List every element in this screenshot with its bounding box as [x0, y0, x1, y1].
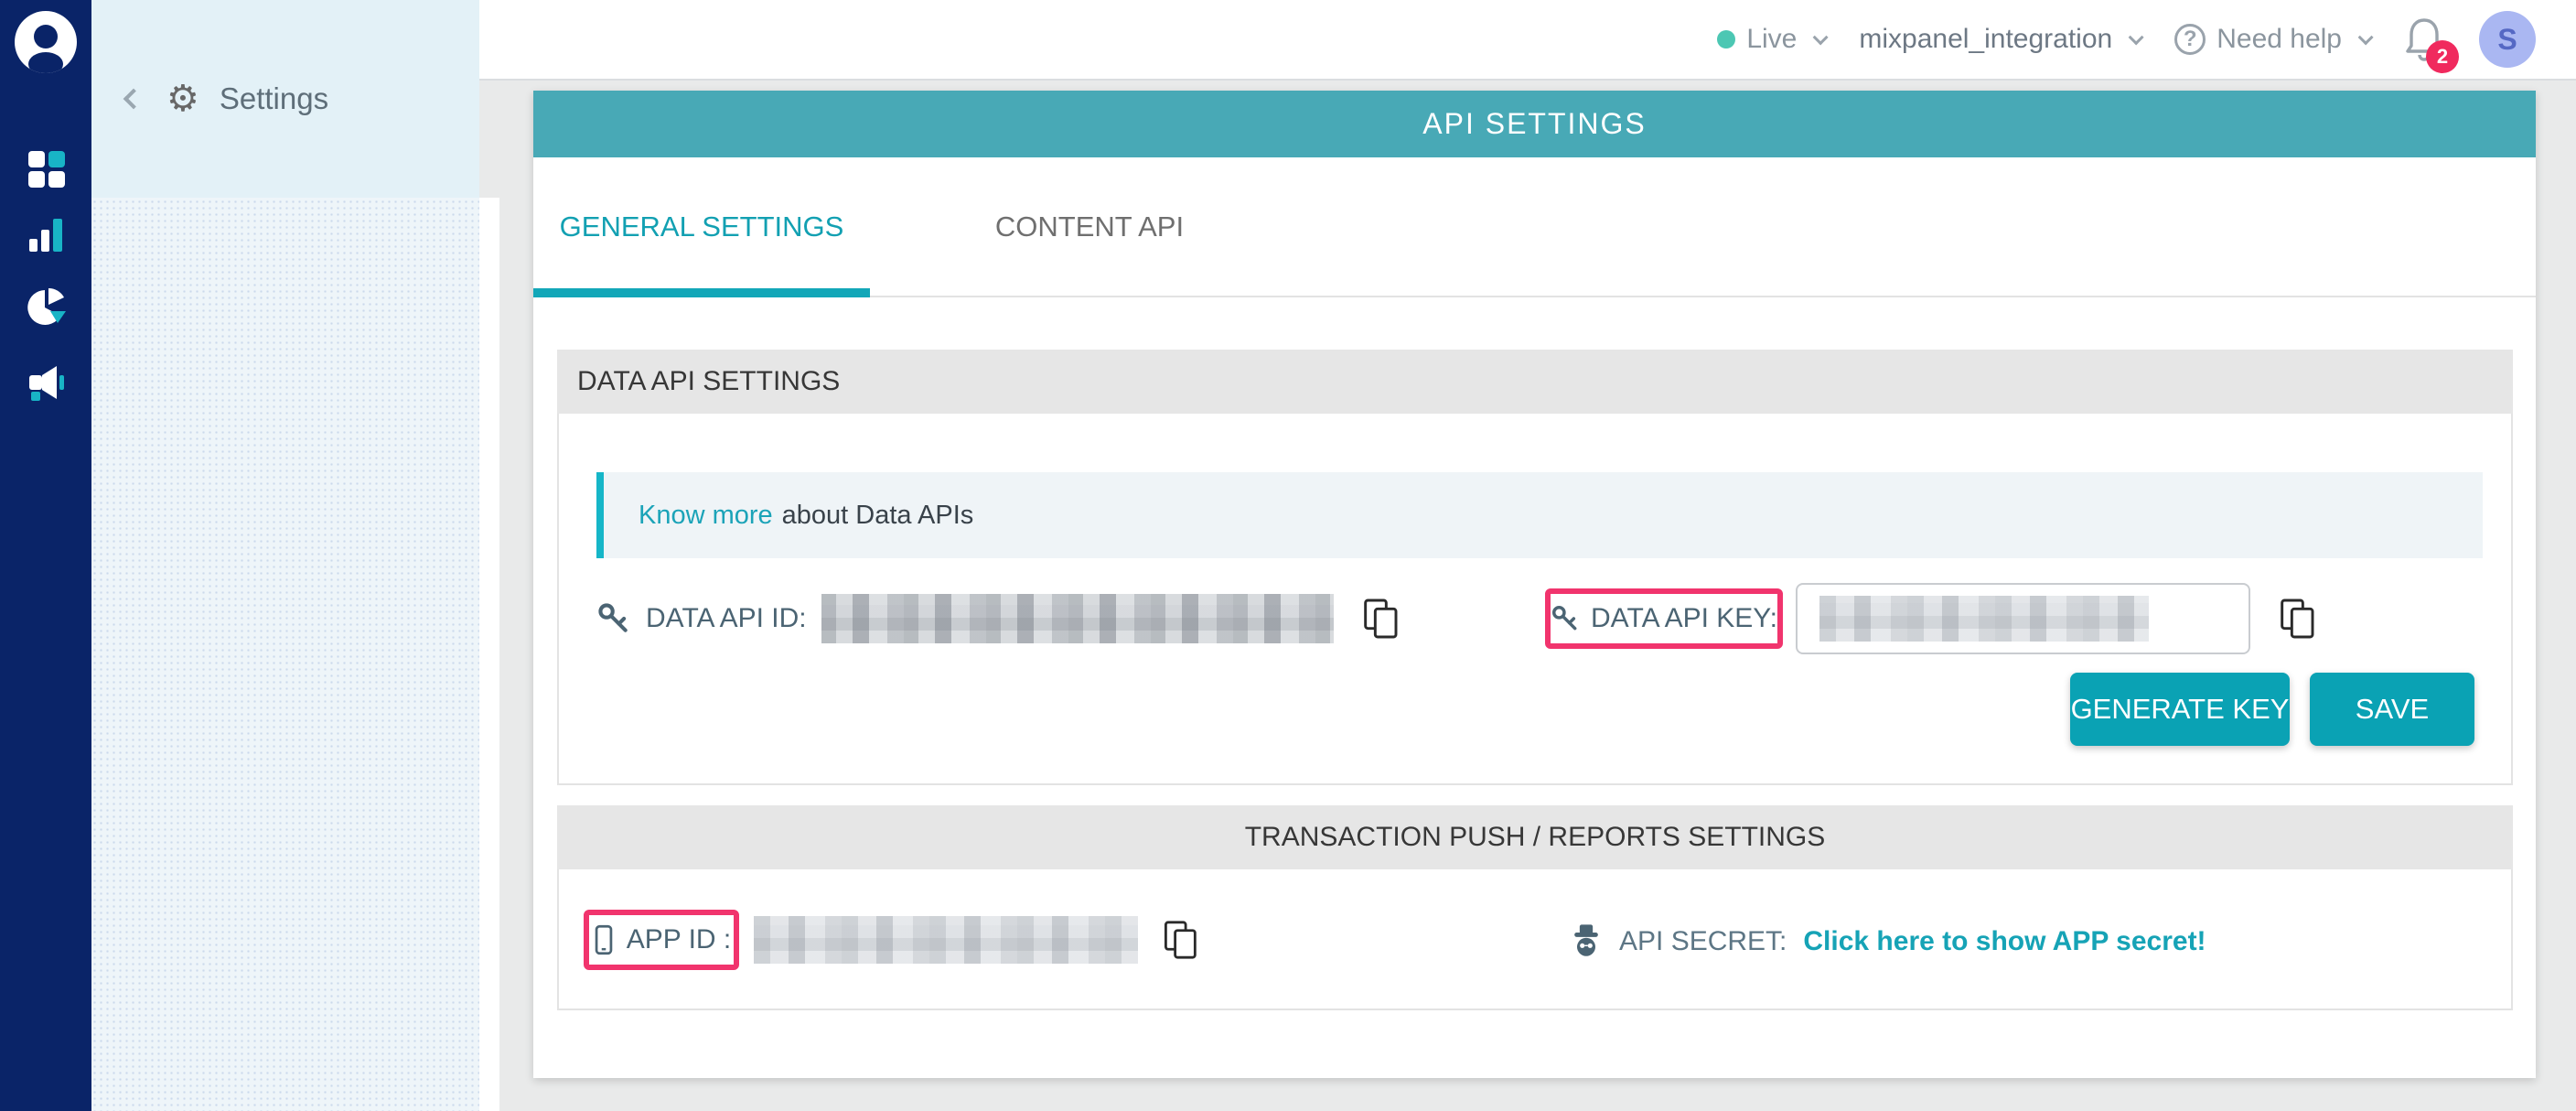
chevron-down-icon: [1813, 29, 1829, 45]
help-icon: ?: [2174, 24, 2206, 55]
generate-key-button[interactable]: GENERATE KEY: [2070, 673, 2290, 746]
tab-general-settings[interactable]: GENERAL SETTINGS: [533, 157, 870, 296]
notification-badge: 2: [2426, 40, 2459, 73]
notifications-button[interactable]: 2: [2404, 16, 2444, 62]
sidebar-title: Settings: [220, 81, 328, 116]
data-api-settings-header-label: DATA API SETTINGS: [577, 366, 840, 397]
data-api-settings-body: Know more about Data APIs DATA API ID:: [557, 414, 2513, 785]
data-api-key-input[interactable]: [1796, 583, 2250, 654]
api-secret-label: API SECRET:: [1619, 926, 1787, 957]
tab-content-api[interactable]: CONTENT API: [934, 157, 1245, 296]
transaction-push-section: TRANSACTION PUSH / REPORTS SETTINGS APP …: [557, 805, 2513, 1010]
api-settings-card: API SETTINGS GENERAL SETTINGS CONTENT AP…: [533, 91, 2536, 1078]
tab-bar: GENERAL SETTINGS CONTENT API: [533, 157, 2536, 297]
pie-chart-icon[interactable]: [26, 286, 68, 329]
bar-chart-icon[interactable]: [26, 213, 68, 255]
data-api-settings-section: DATA API SETTINGS Know more about Data A…: [557, 350, 2513, 785]
data-api-id-label: DATA API ID:: [646, 603, 807, 634]
nav-rail: [0, 0, 91, 1111]
environment-dropdown[interactable]: Live: [1717, 24, 1824, 55]
copy-icon[interactable]: [2278, 597, 2318, 641]
chevron-down-icon: [2358, 29, 2374, 45]
transaction-push-header: TRANSACTION PUSH / REPORTS SETTINGS: [557, 805, 2513, 869]
data-api-key-label: DATA API KEY:: [1591, 603, 1777, 634]
project-name: mixpanel_integration: [1859, 24, 2112, 55]
app-id-row: APP ID :: [584, 908, 1200, 972]
chevron-down-icon: [2129, 29, 2144, 45]
spy-icon: [1570, 923, 1603, 960]
data-api-key-highlight-box: DATA API KEY:: [1545, 588, 1783, 649]
know-more-link[interactable]: Know more: [639, 501, 773, 531]
copy-icon[interactable]: [1162, 919, 1200, 961]
gear-icon: ⚙: [166, 81, 199, 117]
page-title-bar: API SETTINGS: [533, 91, 2536, 157]
sidebar-header: ⚙ Settings: [91, 0, 479, 198]
environment-label: Live: [1746, 24, 1797, 55]
key-icon: [596, 601, 631, 636]
data-api-id-value-redacted: [821, 594, 1334, 643]
back-chevron-icon[interactable]: [123, 89, 145, 110]
data-api-settings-header: DATA API SETTINGS: [557, 350, 2513, 414]
need-help-label: Need help: [2216, 24, 2342, 55]
transaction-push-header-label: TRANSACTION PUSH / REPORTS SETTINGS: [1245, 822, 1826, 853]
megaphone-icon[interactable]: [26, 362, 68, 404]
top-bar: Live mixpanel_integration ? Need help 2 …: [479, 0, 2576, 81]
app-id-value-redacted: [754, 916, 1138, 964]
data-api-key-row: DATA API KEY:: [1545, 580, 2318, 657]
brand-logo-icon[interactable]: [13, 9, 79, 75]
project-dropdown[interactable]: mixpanel_integration: [1859, 24, 2140, 55]
know-more-banner: Know more about Data APIs: [596, 472, 2483, 558]
data-api-key-value-redacted: [1819, 596, 2149, 642]
app-id-highlight-box: APP ID :: [584, 910, 739, 970]
app-id-label: APP ID :: [627, 924, 732, 955]
data-api-id-row: DATA API ID:: [596, 584, 1401, 653]
avatar[interactable]: S: [2479, 11, 2536, 68]
api-secret-row: API SECRET: Click here to show APP secre…: [1570, 912, 2206, 971]
live-status-dot: [1717, 30, 1735, 49]
phone-icon: [592, 924, 616, 955]
data-api-actions: GENERATE KEY SAVE: [2070, 673, 2474, 746]
page-title: API SETTINGS: [1422, 107, 1646, 141]
sidebar-scrollbar-track[interactable]: [479, 198, 499, 1111]
transaction-push-body: APP ID : API SECRET: Click: [557, 869, 2513, 1010]
apps-grid-icon[interactable]: [26, 148, 68, 190]
copy-icon[interactable]: [1361, 597, 1401, 641]
save-button[interactable]: SAVE: [2310, 673, 2474, 746]
show-app-secret-link[interactable]: Click here to show APP secret!: [1803, 926, 2206, 957]
need-help-dropdown[interactable]: ? Need help: [2174, 24, 2369, 55]
key-icon: [1551, 603, 1580, 634]
know-more-text: about Data APIs: [782, 501, 974, 531]
